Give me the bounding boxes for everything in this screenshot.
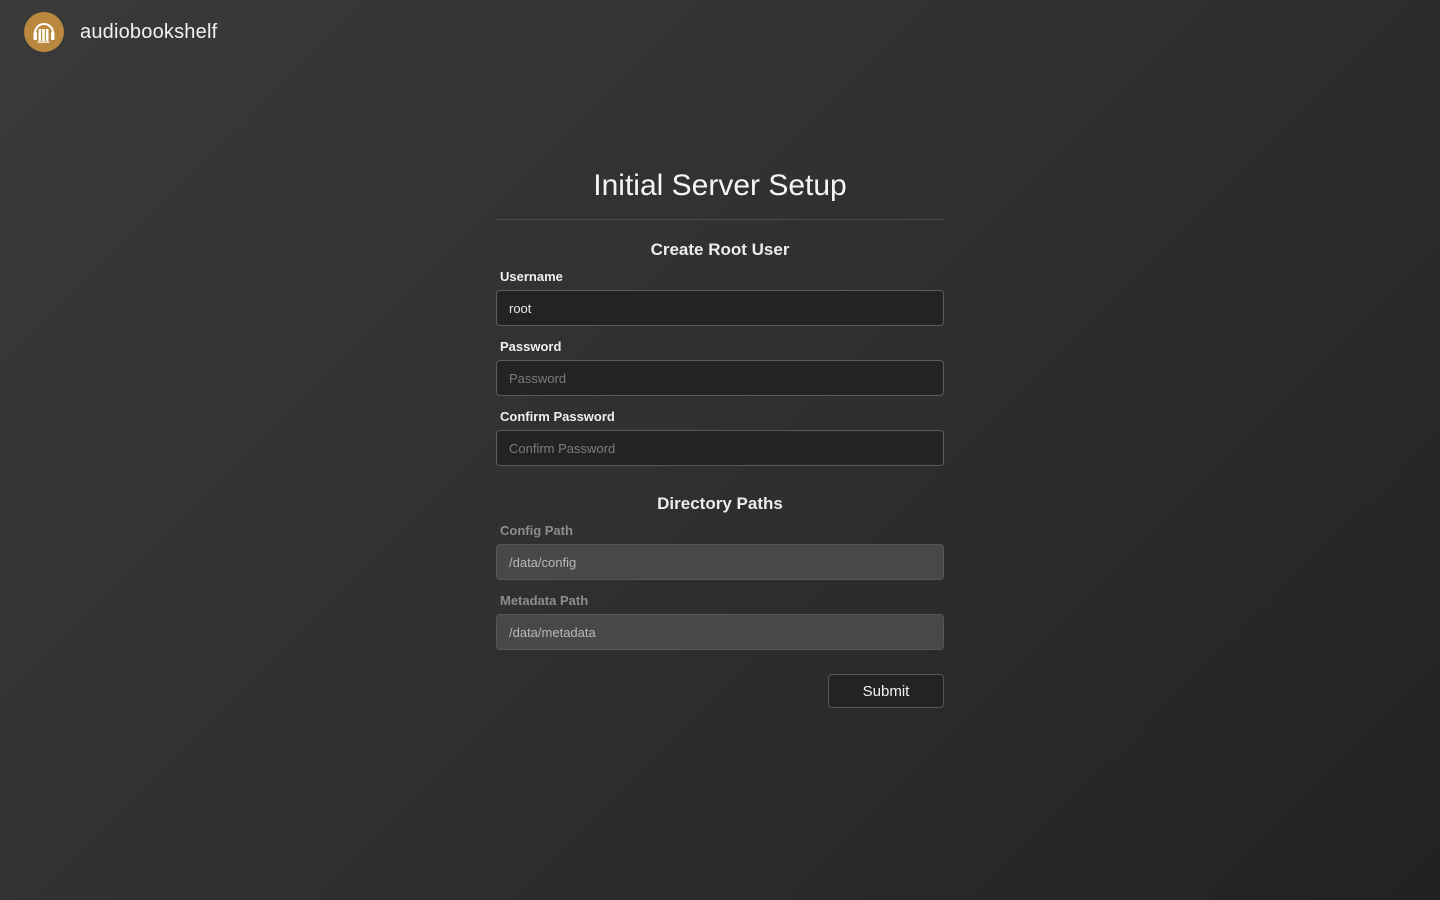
section-title-directory-paths: Directory Paths	[657, 494, 783, 513]
metadata-path-label: Metadata Path	[500, 593, 589, 608]
password-label: Password	[500, 339, 562, 354]
config-path-label: Config Path	[500, 523, 573, 538]
audiobookshelf-logo-icon[interactable]	[24, 12, 64, 52]
config-path-input	[496, 544, 944, 580]
username-input[interactable]	[496, 290, 944, 326]
confirm-password-input[interactable]	[496, 430, 944, 466]
password-input[interactable]	[496, 360, 944, 396]
headphones-books-icon	[33, 23, 55, 43]
setup-form: Initial Server Setup Create Root User Us…	[496, 168, 944, 708]
username-label: Username	[500, 269, 563, 284]
submit-button[interactable]: Submit	[828, 674, 944, 708]
confirm-password-field-group: Confirm Password	[496, 408, 944, 466]
username-field-group: Username	[496, 268, 944, 326]
top-bar: audiobookshelf	[24, 12, 217, 52]
password-field-group: Password	[496, 338, 944, 396]
config-path-field-group: Config Path	[496, 522, 944, 580]
form-actions: Submit	[496, 674, 944, 708]
title-divider	[496, 219, 944, 220]
section-title-root-user: Create Root User	[650, 240, 790, 259]
metadata-path-input	[496, 614, 944, 650]
metadata-path-field-group: Metadata Path	[496, 592, 944, 650]
confirm-password-label: Confirm Password	[500, 409, 615, 424]
app-name: audiobookshelf	[80, 20, 218, 43]
page-title: Initial Server Setup	[593, 169, 847, 202]
